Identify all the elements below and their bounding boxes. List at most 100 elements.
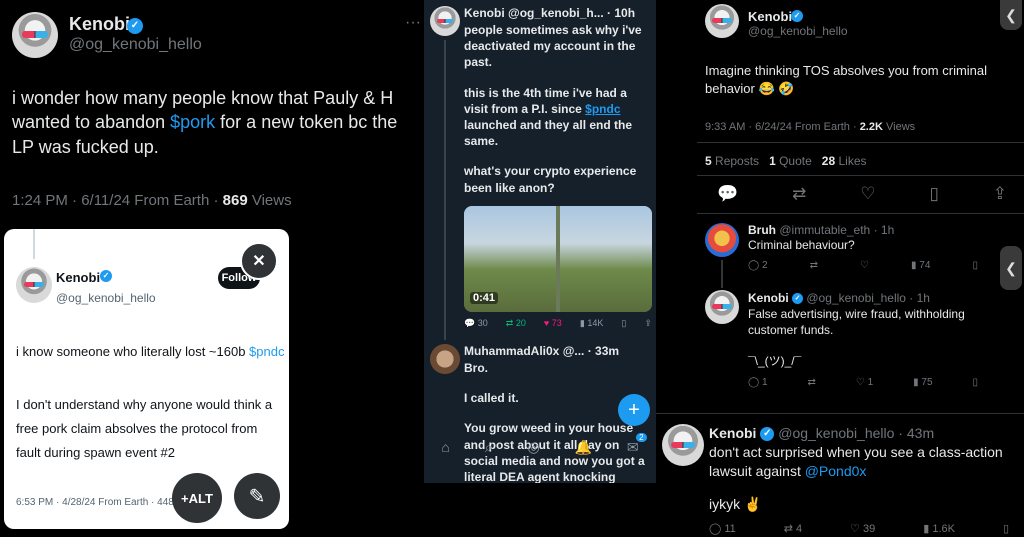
reply-button[interactable]: ◯ 11 <box>709 522 736 535</box>
reply-actions: ◯ 1 ⇄ ♡ 1 ▮ 75 ▯ <box>748 377 978 388</box>
avatar[interactable] <box>12 12 58 58</box>
repost-button[interactable]: ⇄ <box>808 377 816 388</box>
bookmark-icon[interactable]: ▯ <box>972 377 978 388</box>
alt-text-button[interactable]: +ALT <box>172 473 222 523</box>
avatar[interactable] <box>705 290 739 324</box>
bookmark-icon[interactable]: ▯ <box>621 318 626 329</box>
tweet-text: i wonder how many people know that Pauly… <box>12 88 398 157</box>
author-handle[interactable]: @og_kenobi_hello <box>69 36 202 54</box>
share-icon[interactable]: ⇪ <box>993 184 1007 204</box>
engagement-summary: 5 Reposts 1 Quote 28 Likes <box>705 154 867 168</box>
tweet-text: don't act surprised when you see a class… <box>709 444 1003 479</box>
home-icon[interactable]: ⌂ <box>441 439 449 455</box>
divider <box>697 142 1024 143</box>
author-name[interactable]: Kenobi <box>69 14 130 35</box>
divider <box>697 175 1024 176</box>
tweet-header: Kenobi ✓ @og_kenobi_hello · 43m <box>709 425 935 442</box>
video-media[interactable]: 0:41 <box>464 206 652 312</box>
reply-button[interactable]: 💬 30 <box>464 318 488 329</box>
tweet-text-2: iykyk ✌ <box>709 496 762 512</box>
avatar[interactable] <box>662 424 704 466</box>
compose-fab[interactable]: + <box>618 394 650 426</box>
like-button[interactable]: ♥ 73 <box>544 318 562 329</box>
reply-button[interactable]: ◯ 2 <box>748 260 768 271</box>
repost-icon[interactable]: ⇄ <box>792 184 806 204</box>
verified-icon: ✓ <box>792 293 804 305</box>
tweet-header: Kenobi @og_kenobi_h... · 10h <box>464 6 636 20</box>
avatar[interactable] <box>705 223 739 257</box>
repost-button[interactable]: ⇄ 20 <box>506 318 526 329</box>
card-line1: i know someone who literally lost ~160b … <box>16 344 285 359</box>
verified-icon: ✓ <box>127 18 143 34</box>
mention-link[interactable]: @Pond0x <box>805 463 867 479</box>
cashtag-link[interactable]: $pork <box>170 112 215 132</box>
collapse-handle[interactable]: ❮ <box>1000 0 1022 30</box>
right-bottom-tweet: Kenobi ✓ @og_kenobi_hello · 43m don't ac… <box>656 413 1024 537</box>
like-button[interactable]: ♡ <box>860 260 869 271</box>
close-icon[interactable]: ✕ <box>240 242 278 280</box>
more-icon[interactable]: ··· <box>405 14 421 32</box>
tweet-meta: 1:24 PM · 6/11/24 From Earth · 869 Views <box>12 192 292 209</box>
views-button[interactable]: ▮ 14K <box>580 318 603 329</box>
avatar[interactable] <box>430 6 460 36</box>
notification-badge: 2 <box>636 432 647 442</box>
bookmark-icon[interactable]: ▯ <box>1003 522 1009 535</box>
pencil-icon[interactable]: ✎ <box>234 473 280 519</box>
author-name[interactable]: Kenobi <box>56 270 100 285</box>
verified-icon: ✓ <box>760 427 775 442</box>
video-duration: 0:41 <box>470 292 499 304</box>
messages-icon[interactable]: ✉ 2 <box>627 432 647 456</box>
reply-header: MuhammadAli0x @... · 33m <box>464 344 620 358</box>
reply-text: False advertising, wire fraud, withholdi… <box>748 307 965 338</box>
chevron-left-icon: ❮ <box>1005 7 1017 23</box>
reply-icon[interactable]: 💬 <box>717 184 738 204</box>
cashtag-link[interactable]: $pndc <box>585 102 620 116</box>
tweet-body: people sometimes ask why i've deactivate… <box>464 23 642 195</box>
collapse-handle[interactable]: ❮ <box>1000 246 1022 290</box>
tweet-text: Imagine thinking TOS absolves you from c… <box>705 63 988 96</box>
middle-thread-panel: Kenobi @og_kenobi_h... · 10h people some… <box>424 0 656 483</box>
avatar[interactable] <box>705 4 739 38</box>
action-bar: 💬 ⇄ ♡ ▯ ⇪ <box>717 184 1007 204</box>
like-button[interactable]: ♡ 1 <box>856 377 873 388</box>
cashtag-link[interactable]: $pndc <box>249 344 284 359</box>
author-name[interactable]: Kenobi <box>748 9 792 24</box>
views-count: 869 <box>222 192 248 209</box>
avatar[interactable] <box>16 267 52 303</box>
bookmark-icon[interactable]: ▯ <box>972 260 978 271</box>
like-button[interactable]: ♡ 39 <box>850 522 875 535</box>
thread-line <box>444 40 446 340</box>
notifications-icon[interactable]: 🔔 <box>575 439 592 456</box>
tweet-meta: 9:33 AM · 6/24/24 From Earth · 2.2K View… <box>705 121 916 133</box>
divider <box>697 213 1024 214</box>
engagement-bar: 💬 30 ⇄ 20 ♥ 73 ▮ 14K ▯ ⇪ <box>464 318 652 329</box>
search-icon[interactable]: ⌕ <box>485 439 493 456</box>
bookmark-icon[interactable]: ▯ <box>929 184 938 204</box>
avatar[interactable] <box>430 344 460 374</box>
right-top-tweet: Kenobi ✓ @og_kenobi_hello Imagine thinki… <box>697 0 1024 412</box>
reply-button[interactable]: ◯ 1 <box>748 377 768 388</box>
repost-button[interactable]: ⇄ 4 <box>784 522 802 535</box>
quotes-count[interactable]: 1 <box>769 154 776 168</box>
views-button[interactable]: ▮ 74 <box>911 260 930 271</box>
verified-icon: ✓ <box>100 270 112 282</box>
like-icon[interactable]: ♡ <box>860 184 875 204</box>
reply-header: Bruh @immutable_eth · 1h <box>748 223 895 237</box>
reply-actions: ◯ 2 ⇄ ♡ ▮ 74 ▯ <box>748 260 978 271</box>
shrug-text: ¯\_(ツ)_/¯ <box>748 354 802 368</box>
chevron-left-icon: ❮ <box>1005 260 1017 276</box>
card-line2: I don't understand why anyone would thin… <box>16 397 273 461</box>
action-bar: ◯ 11 ⇄ 4 ♡ 39 ▮ 1.6K ▯ <box>709 522 1009 535</box>
video-frame-right <box>560 206 652 312</box>
likes-count[interactable]: 28 <box>822 154 835 168</box>
views-button[interactable]: ▮ 1.6K <box>923 522 955 535</box>
author-handle[interactable]: @og_kenobi_hello <box>56 291 156 305</box>
reposts-count[interactable]: 5 <box>705 154 712 168</box>
author-handle[interactable]: @og_kenobi_hello <box>748 24 848 38</box>
communities-icon[interactable]: ◎ <box>527 439 539 456</box>
views-button[interactable]: ▮ 75 <box>913 377 932 388</box>
share-icon[interactable]: ⇪ <box>644 318 652 329</box>
reply-text: Criminal behaviour? <box>748 238 855 252</box>
verified-icon: ✓ <box>791 10 803 22</box>
repost-button[interactable]: ⇄ <box>810 260 818 271</box>
